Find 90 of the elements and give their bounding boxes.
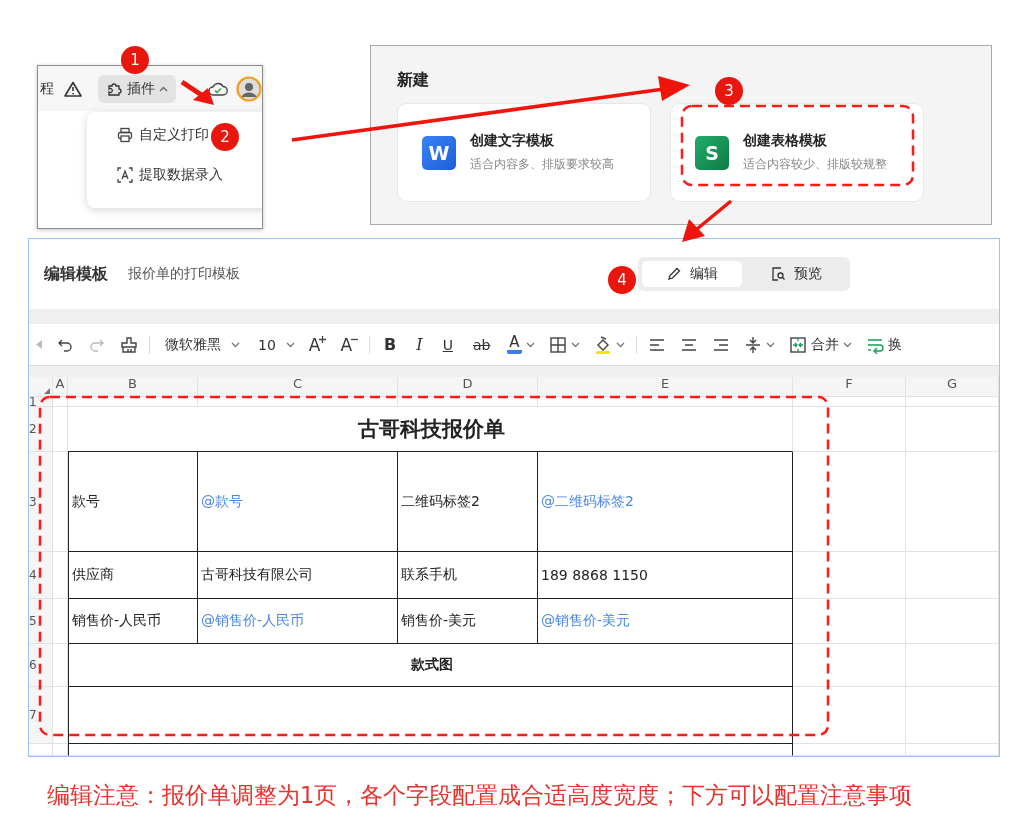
row-number: 5 [29,599,53,644]
table-cell: 189 8868 1150 [538,552,793,599]
dropdown[interactable]: 微软雅黑 [154,330,247,359]
arrow [682,199,733,242]
merge-icon [788,335,807,354]
table-cell: 销售价-人民币 [68,599,198,644]
column-header: D [398,377,538,397]
toolbar-label: 程 [40,79,54,98]
select-all-icon [44,388,50,394]
strikethrough-button[interactable]: ab [465,330,498,359]
step-badge: 1 [121,46,149,74]
empty-cell [53,744,68,756]
document-app-icon: W [422,135,456,170]
row-number: 4 [29,552,53,599]
empty-cell [29,744,53,756]
format-painter-icon [120,335,138,354]
row-number: 3 [29,452,53,552]
plugins-button[interactable]: 插件 [98,74,176,103]
arrow [180,79,214,105]
borders-icon [548,335,567,354]
card-subtitle: 适合内容较少、排版较规整 [743,156,887,173]
variable-cell: @款号 [198,452,398,552]
caret-icon [525,341,535,348]
plus-icon [319,336,327,343]
underline-button[interactable]: U [435,330,460,359]
row-number: 6 [29,644,53,687]
column-header: C [198,377,398,397]
bold-button[interactable]: B [377,330,404,359]
wrap-button[interactable]: 换 [858,330,909,359]
empty-cell [53,599,68,644]
mode-tab[interactable]: 编辑 [642,261,742,287]
merge-button[interactable]: 合并 [781,330,859,359]
table-cell: 联系手机 [398,552,538,599]
caret-icon [231,341,240,348]
caret-icon [615,341,625,348]
row-number: 2 [29,407,53,452]
template-card[interactable]: W 创建文字模板 适合内容多、排版要求较高 [397,103,651,202]
warning-icon [64,80,82,97]
avatar-icon [236,75,262,102]
page-subtitle: 报价单的打印模板 [128,265,240,283]
empty-cell [53,407,68,452]
row-number: 7 [29,687,53,744]
table-cell: 销售价-美元 [398,599,538,644]
table-cell: 款号 [68,452,198,552]
italic-button[interactable]: I [409,330,430,359]
column-header: F [793,377,906,397]
printer-icon [117,127,133,143]
empty-cell [53,687,68,744]
sheet-title: 古哥科技报价单 [68,407,793,452]
caret-icon [765,341,775,348]
variable-cell: @销售价-美元 [538,599,793,644]
column-header: G [906,377,999,397]
cloud-check-icon [208,80,228,97]
card-title: 创建表格模板 [743,132,828,150]
page-title: 编辑模板 [44,263,108,285]
card-subtitle: 适合内容多、排版要求较高 [470,156,614,173]
section-heading: 新建 [397,70,429,91]
template-card[interactable]: S 创建表格模板 适合内容较少、排版较规整 [670,103,924,202]
document-search-icon [770,266,786,282]
table-cell: 二维码标签2 [398,452,538,552]
pencil-icon [666,266,682,282]
text-scan-icon [117,167,133,183]
puzzle-icon [106,80,123,97]
menu-item[interactable]: 提取数据录入 [117,166,223,184]
fill-color-icon [593,335,612,354]
spreadsheet-app-icon: S [695,135,729,170]
triangle-left-icon [36,340,42,349]
table-cell: 古哥科技有限公司 [198,552,398,599]
note-text: 编辑注意：报价单调整为1页，各个字段配置成合适高度宽度；下方可以配置注意事项 [47,781,913,810]
variable-cell: @二维码标签2 [538,452,793,552]
card-title: 创建文字模板 [470,132,555,150]
caret-icon [842,341,852,348]
variable-cell: @销售价-人民币 [198,599,398,644]
vertical-align-icon [743,335,762,354]
table-cell: 供应商 [68,552,198,599]
caret-icon [570,341,580,348]
column-header: B [68,377,198,397]
caret-icon [285,341,295,348]
menu-item[interactable]: 自定义打印 [117,126,209,144]
minus-icon [351,336,359,343]
section-title: 款式图 [68,644,793,687]
empty-cell [53,552,68,599]
mode-tab[interactable]: 预览 [746,261,846,287]
column-header: E [538,377,793,397]
decrease-font-button[interactable]: A [333,330,366,359]
dropdown[interactable]: 10 [247,330,302,359]
increase-font-button[interactable]: A [301,330,334,359]
column-header: A [53,377,68,397]
font-color-button[interactable]: A [500,330,542,359]
empty-cell [53,644,68,687]
